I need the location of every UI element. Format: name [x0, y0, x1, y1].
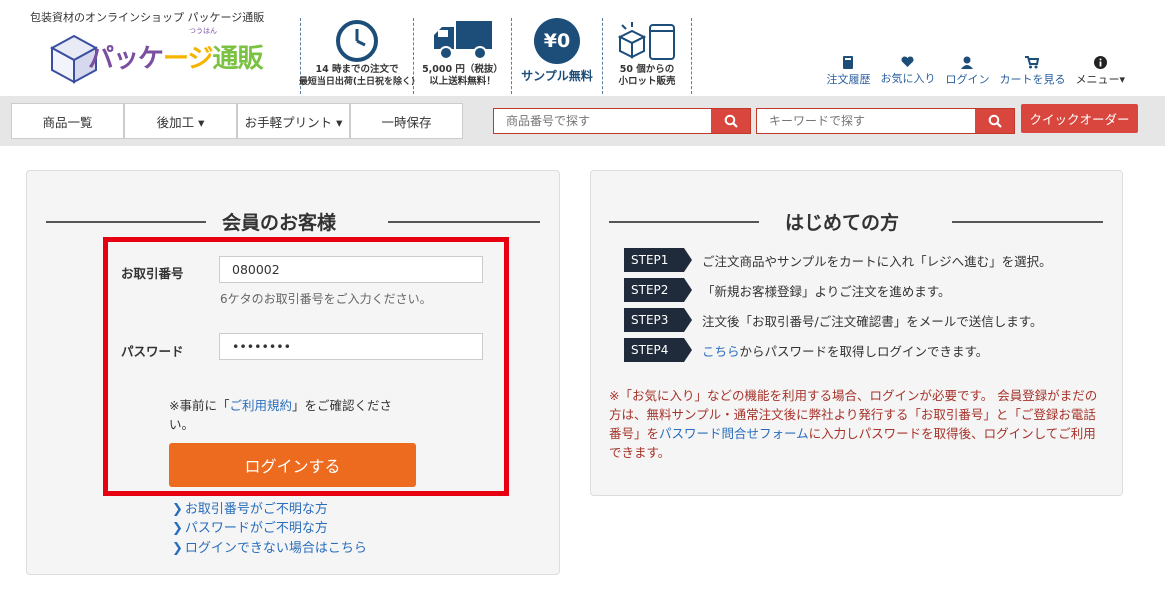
step-2-text: 「新規お客様登録」よりご注文を進めます。: [702, 283, 951, 299]
nav-menu[interactable]: メニュー▾: [1075, 56, 1125, 87]
site-tagline: 包装資材のオンラインショップ パッケージ通販: [30, 11, 265, 24]
nav-favorites-label: お気に入り: [880, 72, 936, 85]
feature-free-sample: ¥0 サンプル無料: [511, 18, 602, 94]
help-link-transaction-id[interactable]: ❯ お取引番号がご不明な方: [172, 498, 328, 517]
login-button[interactable]: ログインする: [169, 443, 416, 487]
nav-order-history-label: 注文履歴: [826, 73, 871, 86]
cart-icon: [1025, 56, 1040, 69]
feature-small-lot-line2: 小ロット販売: [618, 76, 676, 87]
first-time-title-line-left: [609, 221, 759, 223]
help-link-transaction-id-label: お取引番号がご不明な方: [184, 502, 328, 517]
help-link-cannot-login-label: ログインできない場合はこちら: [184, 541, 367, 556]
nav-post-processing[interactable]: 後加工 ▾: [124, 103, 237, 139]
terms-link[interactable]: ご利用規約: [229, 398, 292, 413]
password-inquiry-form-link[interactable]: パスワード問合せフォーム: [659, 426, 809, 441]
heart-icon: [901, 56, 914, 67]
nav-login-label: ログイン: [945, 73, 990, 86]
step-4-link[interactable]: こちら: [702, 341, 740, 360]
password-label: パスワード: [121, 344, 184, 359]
truck-icon: [433, 21, 492, 60]
step-3-badge: STEP3: [624, 308, 692, 332]
nav-temp-save[interactable]: 一時保存: [350, 103, 463, 139]
feature-same-day: 14 時までの注文で 最短当日出荷(土日祝を除く): [298, 18, 416, 94]
logo-text-2: ージ: [163, 44, 213, 74]
transaction-id-input[interactable]: [219, 256, 483, 283]
step-3: STEP3 注文後「お取引番号/ご注文確認書」をメールで送信します。: [624, 308, 1042, 332]
step-1: STEP1 ご注文商品やサンプルをカートに入れ「レジへ進む」を選択。: [624, 248, 1052, 272]
step-4: STEP4 こちら からパスワードを取得しログインできます。: [624, 338, 988, 362]
feature-small-lot: 50 個からの 小ロット販売: [602, 18, 692, 94]
step-1-text: ご注文商品やサンプルをカートに入れ「レジへ進む」を選択。: [702, 253, 1052, 269]
help-link-cannot-login[interactable]: ❯ ログインできない場合はこちら: [172, 537, 367, 556]
step-4-badge: STEP4: [624, 338, 692, 362]
first-time-title: はじめての方: [785, 212, 900, 234]
user-nav: 注文履歴 お気に入り ログイン カートを見る メニュー▾: [826, 56, 1125, 87]
chevron-right-icon: ❯: [172, 502, 183, 517]
nav-order-history[interactable]: 注文履歴: [826, 56, 870, 87]
step-1-badge: STEP1: [624, 248, 692, 272]
nav-login[interactable]: ログイン: [945, 56, 989, 87]
search-icon: [724, 114, 738, 128]
main-navbar: 商品一覧 後加工 ▾ お手軽プリント ▾ 一時保存 クイックオーダー: [0, 96, 1165, 146]
transaction-id-label: お取引番号: [121, 266, 184, 281]
feature-free-shipping: 5,000 円（税抜） 以上送料無料！: [413, 18, 511, 94]
nav-easy-print[interactable]: お手軽プリント ▾: [237, 103, 350, 139]
yen-zero-badge: ¥0: [543, 30, 571, 52]
step-2: STEP2 「新規お客様登録」よりご注文を進めます。: [624, 278, 951, 302]
feature-small-lot-line1: 50 個からの: [619, 64, 675, 75]
member-title-line-left: [46, 221, 206, 223]
product-search-button[interactable]: [711, 109, 750, 133]
nav-products[interactable]: 商品一覧: [11, 103, 124, 139]
boxes-icon: [617, 22, 675, 60]
feature-free-shipping-line1: 5,000 円（税抜）: [422, 64, 503, 75]
info-icon: [1093, 56, 1107, 69]
logo-text-1: パッケ: [88, 44, 164, 74]
terms-note: ※事前に「ご利用規約」をご確認ください。: [169, 396, 414, 434]
user-icon: [961, 56, 974, 69]
password-input[interactable]: [219, 333, 483, 360]
search-icon: [988, 114, 1002, 128]
help-link-password-label: パスワードがご不明な方: [184, 521, 328, 536]
nav-cart[interactable]: カートを見る: [999, 56, 1065, 87]
yen-zero-icon: ¥0: [534, 18, 580, 64]
logo-ruby: つうはん: [189, 27, 217, 35]
feature-same-day-line1: 14 時までの注文で: [315, 64, 399, 75]
transaction-id-help: 6ケタのお取引番号をご入力ください。: [220, 292, 432, 306]
step-3-text: 注文後「お取引番号/ご注文確認書」をメールで送信します。: [702, 313, 1043, 329]
step-2-badge: STEP2: [624, 278, 692, 302]
product-number-search: [493, 108, 751, 134]
member-title: 会員のお客様: [222, 212, 337, 234]
keyword-input[interactable]: [757, 109, 975, 133]
product-number-input[interactable]: [494, 109, 711, 133]
feature-strip: 14 時までの注文で 最短当日出荷(土日祝を除く) 5,000 円（税抜） 以上…: [298, 18, 692, 94]
quick-order-button[interactable]: クイックオーダー: [1021, 104, 1138, 133]
member-title-line-right: [388, 221, 540, 223]
nav-favorites[interactable]: お気に入り: [880, 56, 935, 87]
logo-text-3: 通販: [212, 44, 264, 74]
clock-icon: [336, 20, 378, 62]
keyword-search: [756, 108, 1015, 134]
feature-free-sample-line1: サンプル無料: [521, 69, 593, 83]
book-icon: [843, 56, 854, 69]
chevron-right-icon: ❯: [172, 521, 183, 536]
nav-cart-label: カートを見る: [999, 73, 1066, 86]
terms-note-prefix: ※事前に「: [169, 398, 230, 413]
feature-same-day-line2: 最短当日出荷(土日祝を除く): [298, 77, 416, 87]
login-required-notice: ※「お気に入り」などの機能を利用する場合、ログインが必要です。 会員登録がまだの…: [609, 386, 1105, 462]
feature-free-shipping-line2: 以上送料無料！: [429, 76, 496, 87]
step-4-text: からパスワードを取得しログインできます。: [739, 343, 989, 359]
chevron-right-icon: ❯: [172, 541, 183, 556]
keyword-search-button[interactable]: [975, 109, 1014, 133]
nav-menu-label: メニュー▾: [1075, 73, 1125, 86]
help-link-password[interactable]: ❯ パスワードがご不明な方: [172, 517, 328, 536]
first-time-title-line-right: [952, 221, 1103, 223]
